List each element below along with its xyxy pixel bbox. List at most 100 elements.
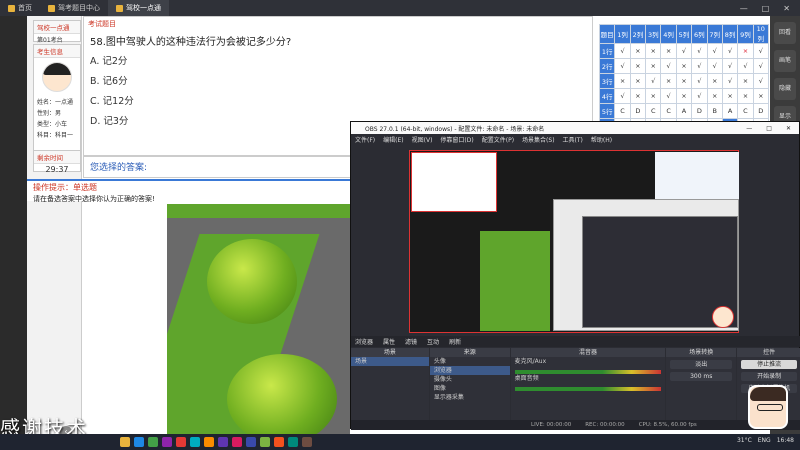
grid-cell[interactable]: × <box>721 88 739 104</box>
grid-cell[interactable]: × <box>629 58 647 74</box>
grid-cell[interactable]: × <box>629 73 647 89</box>
option-b[interactable]: B. 记6分 <box>84 70 592 90</box>
grid-cell[interactable]: C <box>660 103 677 119</box>
grid-cell[interactable]: × <box>737 88 754 104</box>
stop-stream-button[interactable]: 停止推流 <box>741 360 798 369</box>
grid-cell[interactable]: B <box>706 103 723 119</box>
grid-cell[interactable]: √ <box>721 43 739 59</box>
source-item[interactable]: 图像 <box>430 384 510 393</box>
source-item[interactable]: 显示器采集 <box>430 393 510 402</box>
grid-cell[interactable]: × <box>629 88 647 104</box>
obs-close-button[interactable]: ✕ <box>786 125 791 132</box>
menu-help[interactable]: 帮助(H) <box>591 135 612 144</box>
filters-button[interactable]: 滤镜 <box>405 337 417 346</box>
tab-driving-school[interactable]: 驾校一点通 <box>108 0 169 16</box>
maximize-button[interactable]: □ <box>762 4 770 13</box>
grid-cell[interactable]: √ <box>706 58 723 74</box>
grid-cell[interactable]: √ <box>660 58 677 74</box>
grid-cell[interactable]: √ <box>675 43 693 59</box>
start-recording-button[interactable]: 开始录制 <box>741 372 798 381</box>
grid-cell[interactable]: √ <box>752 43 770 59</box>
taskbar-app-icon[interactable] <box>274 437 284 447</box>
grid-cell[interactable]: × <box>737 43 754 59</box>
grid-cell[interactable]: × <box>706 73 723 89</box>
grid-cell[interactable]: √ <box>660 88 677 104</box>
grid-cell[interactable]: A <box>675 103 693 119</box>
obs-minimize-button[interactable]: — <box>746 125 752 132</box>
taskbar-app-icon[interactable] <box>134 437 144 447</box>
taskbar-app-icon[interactable] <box>148 437 158 447</box>
transition-select[interactable]: 淡出 <box>670 360 733 369</box>
tab-exam-center[interactable]: 驾考题目中心 <box>40 0 108 16</box>
taskbar-app-icon[interactable] <box>176 437 186 447</box>
grid-cell[interactable]: × <box>706 88 723 104</box>
option-c[interactable]: C. 记12分 <box>84 90 592 110</box>
taskbar-app-icon[interactable] <box>288 437 298 447</box>
menu-file[interactable]: 文件(F) <box>355 135 375 144</box>
grid-cell[interactable]: √ <box>721 58 739 74</box>
grid-cell[interactable]: √ <box>752 73 770 89</box>
grid-cell[interactable]: √ <box>737 58 754 74</box>
scene-item[interactable]: 场景 <box>351 357 429 366</box>
pen-button[interactable]: 画笔 <box>774 50 796 72</box>
taskbar-app-icon[interactable] <box>260 437 270 447</box>
grid-cell[interactable]: √ <box>706 43 723 59</box>
grid-cell[interactable]: √ <box>691 43 708 59</box>
taskbar-app-icon[interactable] <box>246 437 256 447</box>
playback-button[interactable]: 回看 <box>774 22 796 44</box>
grid-cell[interactable]: × <box>645 43 662 59</box>
taskbar-app-icon[interactable] <box>190 437 200 447</box>
obs-maximize-button[interactable]: □ <box>766 125 772 132</box>
tab-home[interactable]: 首页 <box>0 0 40 16</box>
weather-temp[interactable]: 31°C <box>737 437 752 444</box>
grid-cell[interactable]: × <box>660 43 677 59</box>
source-item[interactable]: 头像 <box>430 357 510 366</box>
grid-cell[interactable]: × <box>675 58 693 74</box>
grid-cell[interactable]: √ <box>614 88 631 104</box>
language-indicator[interactable]: ENG <box>758 437 771 444</box>
grid-cell[interactable]: D <box>752 103 770 119</box>
close-button[interactable]: ✕ <box>783 4 790 13</box>
duration-field[interactable]: 300 ms <box>670 372 733 381</box>
menu-docks[interactable]: 停靠窗口(D) <box>440 135 473 144</box>
grid-cell[interactable]: A <box>721 103 739 119</box>
taskbar-app-icon[interactable] <box>232 437 242 447</box>
menu-edit[interactable]: 编辑(E) <box>383 135 403 144</box>
source-item[interactable]: 摄像头 <box>430 375 510 384</box>
grid-cell[interactable]: √ <box>614 43 631 59</box>
grid-cell[interactable]: √ <box>752 58 770 74</box>
grid-cell[interactable]: × <box>614 73 631 89</box>
taskbar-app-icon[interactable] <box>162 437 172 447</box>
grid-cell[interactable]: √ <box>691 58 708 74</box>
grid-cell[interactable]: × <box>645 58 662 74</box>
menu-profile[interactable]: 配置文件(P) <box>482 135 514 144</box>
grid-cell[interactable]: × <box>645 88 662 104</box>
menu-tools[interactable]: 工具(T) <box>563 135 583 144</box>
interact-button[interactable]: 互动 <box>427 337 439 346</box>
grid-cell[interactable]: √ <box>645 73 662 89</box>
grid-cell[interactable]: × <box>752 88 770 104</box>
grid-cell[interactable]: × <box>675 88 693 104</box>
grid-cell[interactable]: √ <box>691 73 708 89</box>
hide-button[interactable]: 隐藏 <box>774 78 796 100</box>
taskbar-app-icon[interactable] <box>120 437 130 447</box>
properties-button[interactable]: 属性 <box>383 337 395 346</box>
taskbar-app-icon[interactable] <box>302 437 312 447</box>
taskbar-app-icon[interactable] <box>218 437 228 447</box>
minimize-button[interactable]: — <box>740 4 748 13</box>
source-item[interactable]: 浏览器 <box>429 366 510 375</box>
grid-cell[interactable]: √ <box>721 73 739 89</box>
grid-cell[interactable]: × <box>737 73 754 89</box>
menu-view[interactable]: 视图(V) <box>412 135 433 144</box>
grid-cell[interactable]: √ <box>614 58 631 74</box>
clock[interactable]: 16:48 <box>777 437 794 444</box>
option-a[interactable]: A. 记2分 <box>84 50 592 70</box>
grid-cell[interactable]: × <box>675 73 693 89</box>
obs-preview[interactable] <box>409 150 739 333</box>
refresh-button[interactable]: 刷新 <box>449 337 461 346</box>
grid-cell[interactable]: C <box>645 103 662 119</box>
grid-cell[interactable]: C <box>737 103 754 119</box>
grid-cell[interactable]: √ <box>691 88 708 104</box>
taskbar-app-icon[interactable] <box>204 437 214 447</box>
grid-cell[interactable]: × <box>660 73 677 89</box>
